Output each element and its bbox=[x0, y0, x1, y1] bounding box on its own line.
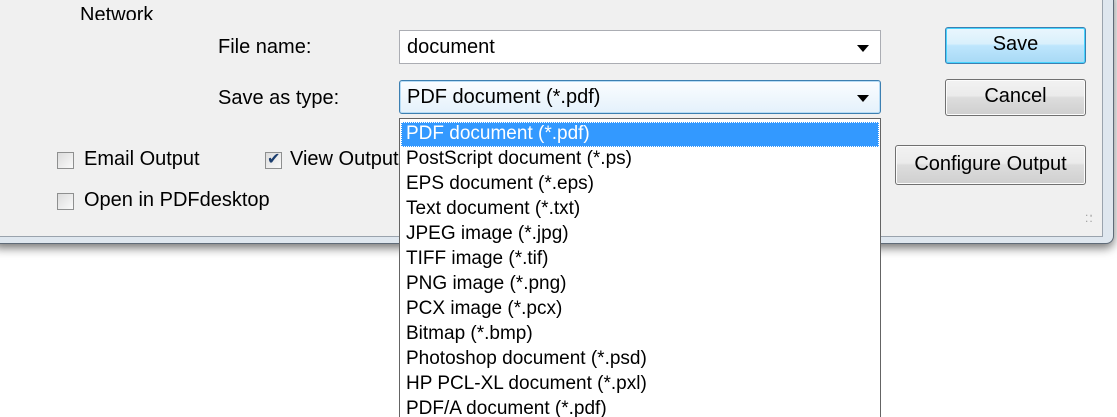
email-output-checkbox[interactable] bbox=[57, 152, 74, 169]
view-output-label[interactable]: View Output bbox=[290, 148, 399, 171]
save-as-type-value[interactable]: PDF document (*.pdf) bbox=[407, 86, 600, 109]
configure-output-button[interactable]: Configure Output bbox=[895, 145, 1086, 185]
save-as-type-dropdown-list[interactable]: PDF document (*.pdf) PostScript document … bbox=[399, 118, 881, 417]
dropdown-option[interactable]: HP PCL-XL document (*.pxl) bbox=[401, 372, 879, 397]
dropdown-option[interactable]: PDF/A document (*.pdf) bbox=[401, 397, 879, 417]
save-as-type-label: Save as type: bbox=[218, 87, 340, 109]
chevron-down-icon[interactable] bbox=[857, 45, 869, 52]
dropdown-option[interactable]: PDF document (*.pdf) bbox=[401, 122, 879, 147]
dropdown-option[interactable]: PNG image (*.png) bbox=[401, 272, 879, 297]
dropdown-option[interactable]: Photoshop document (*.psd) bbox=[401, 347, 879, 372]
dropdown-option[interactable]: Text document (*.txt) bbox=[401, 197, 879, 222]
open-in-pdfdesktop-label[interactable]: Open in PDFdesktop bbox=[84, 189, 270, 212]
file-name-label: File name: bbox=[218, 36, 312, 58]
open-in-pdfdesktop-checkbox[interactable] bbox=[57, 193, 74, 210]
resize-grip-icon[interactable]: ...: bbox=[1085, 206, 1094, 224]
save-button[interactable]: Save bbox=[945, 27, 1086, 64]
dropdown-option[interactable]: Bitmap (*.bmp) bbox=[401, 322, 879, 347]
view-output-checkbox[interactable]: ✔ bbox=[265, 149, 282, 169]
dropdown-option[interactable]: JPEG image (*.jpg) bbox=[401, 222, 879, 247]
chevron-down-icon[interactable] bbox=[857, 95, 869, 102]
network-places-label[interactable]: Network bbox=[80, 4, 153, 20]
email-output-label[interactable]: Email Output bbox=[84, 148, 200, 171]
dropdown-option[interactable]: PCX image (*.pcx) bbox=[401, 297, 879, 322]
save-as-type-combo[interactable]: PDF document (*.pdf) bbox=[399, 80, 881, 114]
checkmark-icon: ✔ bbox=[267, 149, 281, 168]
cancel-button[interactable]: Cancel bbox=[945, 79, 1086, 116]
file-name-combo[interactable]: document bbox=[399, 30, 881, 64]
screenshot-stage: Network File name: document Save as type… bbox=[0, 0, 1117, 417]
dropdown-option[interactable]: EPS document (*.eps) bbox=[401, 172, 879, 197]
file-name-value[interactable]: document bbox=[407, 36, 495, 59]
dropdown-option[interactable]: PostScript document (*.ps) bbox=[401, 147, 879, 172]
dropdown-option[interactable]: TIFF image (*.tif) bbox=[401, 247, 879, 272]
